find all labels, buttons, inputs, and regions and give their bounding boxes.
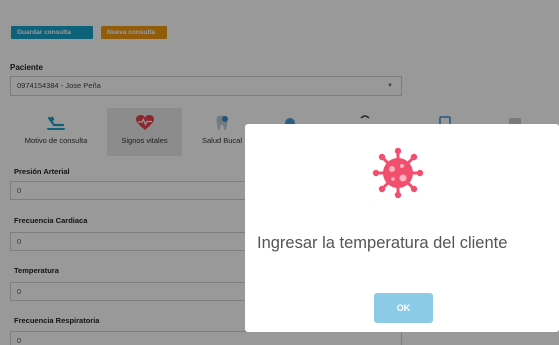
virus-icon xyxy=(372,147,424,199)
alert-dialog: Ingresar la temperatura del cliente OK xyxy=(245,124,559,332)
alert-message: Ingresar la temperatura del cliente xyxy=(257,234,508,252)
ok-button[interactable]: OK xyxy=(374,293,433,323)
